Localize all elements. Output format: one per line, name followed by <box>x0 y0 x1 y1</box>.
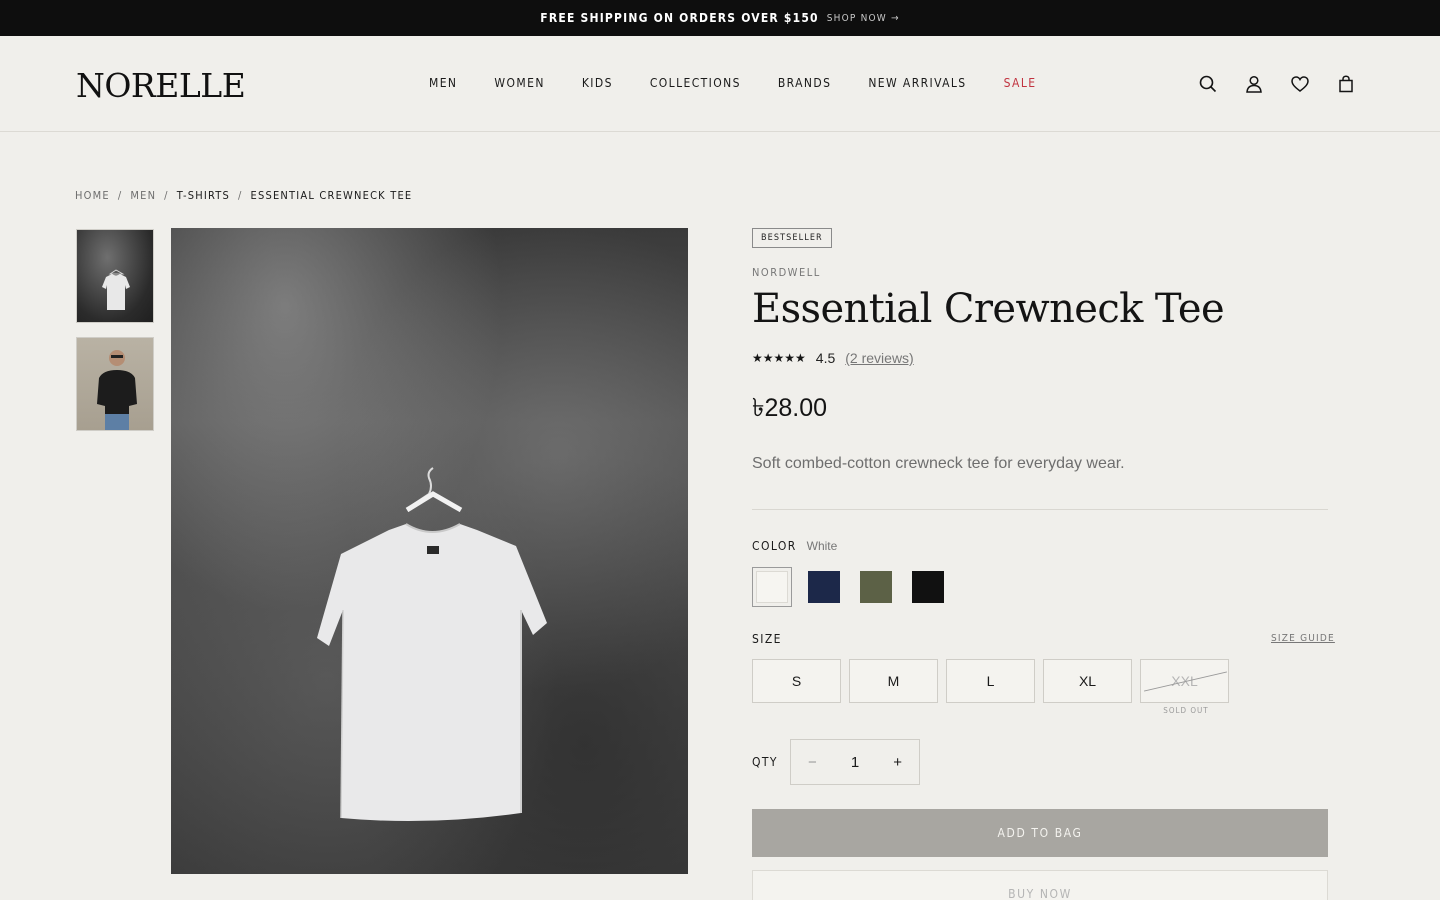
account-icon[interactable] <box>1244 74 1264 94</box>
nav-item-sale[interactable]: SALE <box>1004 76 1037 90</box>
breadcrumb-men[interactable]: MEN <box>130 189 156 202</box>
product-thumbnail-model[interactable] <box>76 337 154 431</box>
quantity-label: QTY <box>752 755 778 769</box>
swatch-fill <box>912 571 944 603</box>
color-swatch-black[interactable] <box>908 567 948 607</box>
color-label: COLOR <box>752 539 797 553</box>
section-divider <box>752 509 1328 510</box>
breadcrumb-separator: / <box>237 189 243 202</box>
star-rating-icons: ★★★★★ <box>752 351 806 365</box>
size-option-xxl: XXL <box>1140 659 1229 703</box>
selected-color-name: White <box>806 539 838 553</box>
add-to-bag-button[interactable]: ADD TO BAG <box>752 809 1328 857</box>
color-swatch-white[interactable] <box>752 567 792 607</box>
nav-item-new-arrivals[interactable]: NEW ARRIVALS <box>868 76 966 90</box>
shopping-bag-icon[interactable] <box>1336 74 1356 94</box>
nav-item-men[interactable]: MEN <box>429 76 457 90</box>
size-options: S M L XL XXL <box>752 659 1229 703</box>
swatch-fill <box>808 571 840 603</box>
bestseller-badge: BESTSELLER <box>752 228 832 248</box>
rating-value: 4.5 <box>815 350 836 366</box>
breadcrumb-home[interactable]: HOME <box>75 189 110 202</box>
swatch-fill <box>756 571 788 603</box>
swatch-fill <box>860 571 892 603</box>
breadcrumb-tshirts[interactable]: T-SHIRTS <box>177 189 230 202</box>
breadcrumb-current: ESSENTIAL CREWNECK TEE <box>250 189 413 202</box>
nav-item-brands[interactable]: BRANDS <box>778 76 831 90</box>
product-thumbnail-hanger[interactable] <box>76 229 154 323</box>
quantity-value[interactable]: 1 <box>834 754 877 771</box>
buy-now-button[interactable]: BUY NOW <box>752 870 1328 900</box>
quantity-increase-button[interactable]: + <box>876 754 919 771</box>
shop-now-link[interactable]: SHOP NOW → <box>827 13 900 24</box>
sold-out-label: SOLD OUT <box>1163 706 1209 715</box>
color-swatches <box>752 567 948 607</box>
breadcrumb: HOME / MEN / T-SHIRTS / ESSENTIAL CREWNE… <box>75 189 412 202</box>
nav-item-women[interactable]: WOMEN <box>494 76 544 90</box>
size-option-m[interactable]: M <box>849 659 938 703</box>
nav-item-kids[interactable]: KIDS <box>582 76 613 90</box>
main-nav: MEN WOMEN KIDS COLLECTIONS BRANDS NEW AR… <box>429 76 1036 90</box>
brand-logo[interactable]: NORELLE <box>76 66 246 105</box>
breadcrumb-separator: / <box>117 189 123 202</box>
size-option-xl[interactable]: XL <box>1043 659 1132 703</box>
breadcrumb-separator: / <box>164 189 169 202</box>
size-guide-link[interactable]: SIZE GUIDE <box>1271 633 1335 644</box>
color-swatch-navy[interactable] <box>804 567 844 607</box>
announcement-bar: FREE SHIPPING ON ORDERS OVER $150 SHOP N… <box>0 0 1440 36</box>
color-selector-header: COLOR White <box>752 539 837 553</box>
product-price: ৳28.00 <box>752 394 828 422</box>
size-option-l[interactable]: L <box>946 659 1035 703</box>
wishlist-heart-icon[interactable] <box>1290 74 1310 94</box>
size-label: SIZE <box>752 632 782 646</box>
product-title: Essential Crewneck Tee <box>752 286 1225 332</box>
reviews-link[interactable]: (2 reviews) <box>845 350 913 366</box>
announcement-message: FREE SHIPPING ON ORDERS OVER $150 <box>540 11 819 25</box>
site-header: NORELLE MEN WOMEN KIDS COLLECTIONS BRAND… <box>0 36 1440 132</box>
header-actions <box>1198 74 1356 94</box>
product-description: Soft combed-cotton crewneck tee for ever… <box>752 455 1125 472</box>
nav-item-collections[interactable]: COLLECTIONS <box>650 76 741 90</box>
search-icon[interactable] <box>1198 74 1218 94</box>
quantity-stepper: − 1 + <box>790 739 920 785</box>
product-brand[interactable]: NORDWELL <box>752 266 821 279</box>
color-swatch-olive[interactable] <box>856 567 896 607</box>
quantity-decrease-button[interactable]: − <box>791 754 834 771</box>
product-rating: ★★★★★ 4.5 (2 reviews) <box>752 350 914 366</box>
size-option-s[interactable]: S <box>752 659 841 703</box>
product-main-image[interactable] <box>171 228 688 874</box>
